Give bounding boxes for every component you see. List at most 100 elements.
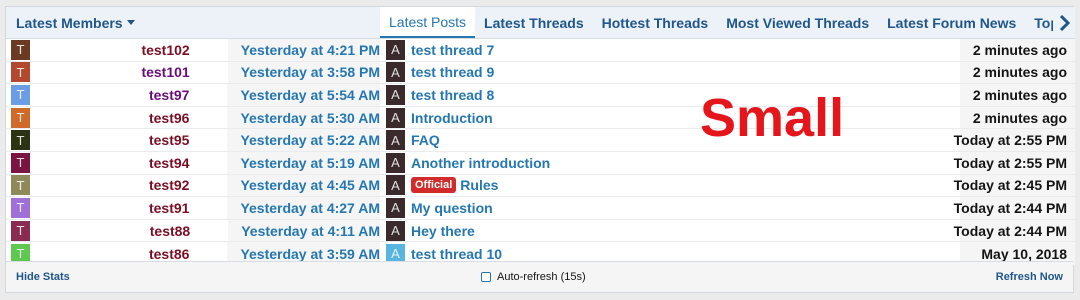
caret-down-icon [126, 20, 135, 25]
post-avatar[interactable]: A [386, 175, 405, 196]
member-row: Ttest96 Yesterday at 5:30 AM [6, 106, 380, 130]
member-join-time: Yesterday at 3:58 PM [227, 61, 380, 84]
post-avatar[interactable]: A [386, 39, 405, 60]
members-list: Ttest102 Yesterday at 4:21 PM Ttest101 Yest… [6, 39, 380, 265]
post-title[interactable]: Introduction [411, 110, 493, 126]
member-join-time: Yesterday at 4:11 AM [228, 219, 380, 242]
member-row: Ttest94 Yesterday at 5:19 AM [6, 151, 380, 175]
member-join-time: Yesterday at 4:45 AM [227, 174, 380, 197]
member-join-time: Yesterday at 5:54 AM [227, 84, 380, 106]
post-title[interactable]: test thread 9 [411, 64, 494, 80]
post-avatar[interactable]: A [386, 130, 405, 151]
member-row: Ttest91 Yesterday at 4:27 AM [6, 197, 380, 220]
posts-list: Atest thread 72 minutes ago Atest thread … [380, 39, 1075, 265]
hide-stats-link[interactable]: Hide Stats [16, 271, 70, 283]
member-avatar[interactable]: T [11, 152, 30, 173]
member-row: Ttest102 Yesterday at 4:21 PM [6, 39, 380, 62]
member-avatar[interactable]: T [11, 220, 30, 241]
tab-0[interactable]: Latest Posts [380, 7, 476, 38]
member-join-time: Yesterday at 5:30 AM [227, 106, 380, 129]
member-name[interactable]: test102 [30, 42, 189, 58]
post-title-link[interactable]: Official Rules [405, 177, 960, 194]
post-title[interactable]: Another introduction [411, 155, 550, 171]
auto-refresh-toggle[interactable]: Auto-refresh (15s) [481, 271, 586, 283]
post-title[interactable]: test thread 7 [411, 42, 494, 58]
tab-3[interactable]: Most Viewed Threads [717, 7, 878, 38]
post-row: A My question Today at 2:44 PM [380, 197, 1075, 220]
post-row: A Official Rules Today at 2:45 PM [380, 174, 1075, 198]
member-name[interactable]: test86 [30, 246, 189, 262]
post-title-link[interactable]: test thread 10 [405, 246, 960, 262]
small-overlay-label: Small [700, 88, 845, 148]
post-title-link[interactable]: Introduction [405, 110, 960, 126]
member-join-time: Yesterday at 5:22 AM [227, 129, 380, 151]
post-time: Today at 2:55 PM [954, 151, 1075, 174]
post-avatar[interactable]: A [386, 62, 405, 83]
post-title-link[interactable]: FAQ [405, 132, 960, 148]
post-time: 2 minutes ago [960, 84, 1075, 106]
post-avatar[interactable]: A [386, 220, 405, 241]
member-name[interactable]: test101 [30, 64, 189, 80]
member-avatar[interactable]: T [11, 197, 30, 218]
auto-refresh-checkbox[interactable] [481, 272, 491, 282]
post-title-link[interactable]: My question [405, 200, 960, 216]
member-join-time: Yesterday at 4:27 AM [227, 197, 380, 219]
post-row: A Another introduction Today at 2:55 PM [380, 151, 1075, 175]
tab-bar: Latest Posts Latest Threads Hottest Thread… [380, 7, 1075, 39]
member-avatar[interactable]: T [11, 107, 30, 128]
member-row: Ttest92 Yesterday at 4:45 AM [6, 174, 380, 198]
post-time: 2 minutes ago [960, 61, 1075, 84]
stats-widget: Latest Members Ttest102 Yesterday at 4:21… [5, 6, 1075, 293]
member-avatar[interactable]: T [11, 84, 30, 105]
member-name[interactable]: test97 [30, 87, 189, 103]
post-time: 2 minutes ago [960, 106, 1075, 129]
member-avatar[interactable]: T [11, 175, 30, 196]
post-time: Today at 2:44 PM [954, 197, 1075, 219]
member-row: Ttest95 Yesterday at 5:22 AM [6, 129, 380, 152]
post-title[interactable]: My question [411, 200, 493, 216]
tab-2[interactable]: Hottest Threads [593, 7, 718, 38]
tab-4[interactable]: Latest Forum News [878, 7, 1025, 38]
post-row: Atest thread 9 2 minutes ago [380, 61, 1075, 85]
post-time: Today at 2:55 PM [954, 129, 1075, 151]
auto-refresh-label: Auto-refresh (15s) [497, 271, 586, 283]
post-title-link[interactable]: Hey there [405, 223, 960, 239]
post-title[interactable]: Hey there [411, 223, 475, 239]
post-avatar[interactable]: A [386, 84, 405, 105]
post-title[interactable]: test thread 8 [411, 87, 494, 103]
latest-members-title: Latest Members [16, 14, 123, 31]
member-row: Ttest97 Yesterday at 5:54 AM [6, 84, 380, 107]
post-time: 2 minutes ago [960, 39, 1075, 61]
member-avatar[interactable]: T [11, 130, 30, 151]
member-name[interactable]: test94 [30, 155, 189, 171]
tab-1[interactable]: Latest Threads [475, 7, 593, 38]
post-title-link[interactable]: Another introduction [405, 155, 960, 171]
official-badge: Official [411, 177, 457, 194]
member-avatar[interactable]: T [11, 39, 30, 60]
chevron-right-icon [1059, 14, 1070, 31]
post-title-link[interactable]: test thread 7 [405, 42, 960, 58]
member-name[interactable]: test91 [30, 200, 189, 216]
post-title[interactable]: FAQ [411, 132, 440, 148]
post-avatar[interactable]: A [386, 152, 405, 173]
post-title-link[interactable]: test thread 9 [405, 64, 960, 80]
member-name[interactable]: test96 [30, 110, 189, 126]
refresh-now-link[interactable]: Refresh Now [996, 271, 1063, 283]
member-avatar[interactable]: T [11, 62, 30, 83]
post-title[interactable]: test thread 10 [411, 246, 502, 262]
member-name[interactable]: test95 [30, 132, 189, 148]
tab-scroll-next[interactable] [1053, 7, 1075, 38]
post-time: Today at 2:45 PM [954, 174, 1075, 197]
latest-members-dropdown[interactable]: Latest Members [6, 7, 380, 39]
post-title[interactable]: Rules [460, 177, 498, 193]
member-row: Ttest101 Yesterday at 3:58 PM [6, 61, 380, 85]
member-name[interactable]: test92 [30, 177, 189, 193]
latest-members-panel: Latest Members Ttest102 Yesterday at 4:21… [6, 7, 380, 265]
post-avatar[interactable]: A [386, 197, 405, 218]
post-row: Atest thread 7 2 minutes ago [380, 39, 1075, 62]
post-avatar[interactable]: A [386, 107, 405, 128]
member-name[interactable]: test88 [30, 223, 190, 239]
post-row: A Hey there Today at 2:44 PM [380, 219, 1075, 243]
footer-bar: Hide Stats Auto-refresh (15s) Refresh No… [6, 261, 1073, 292]
post-title-link[interactable]: test thread 8 [405, 87, 960, 103]
